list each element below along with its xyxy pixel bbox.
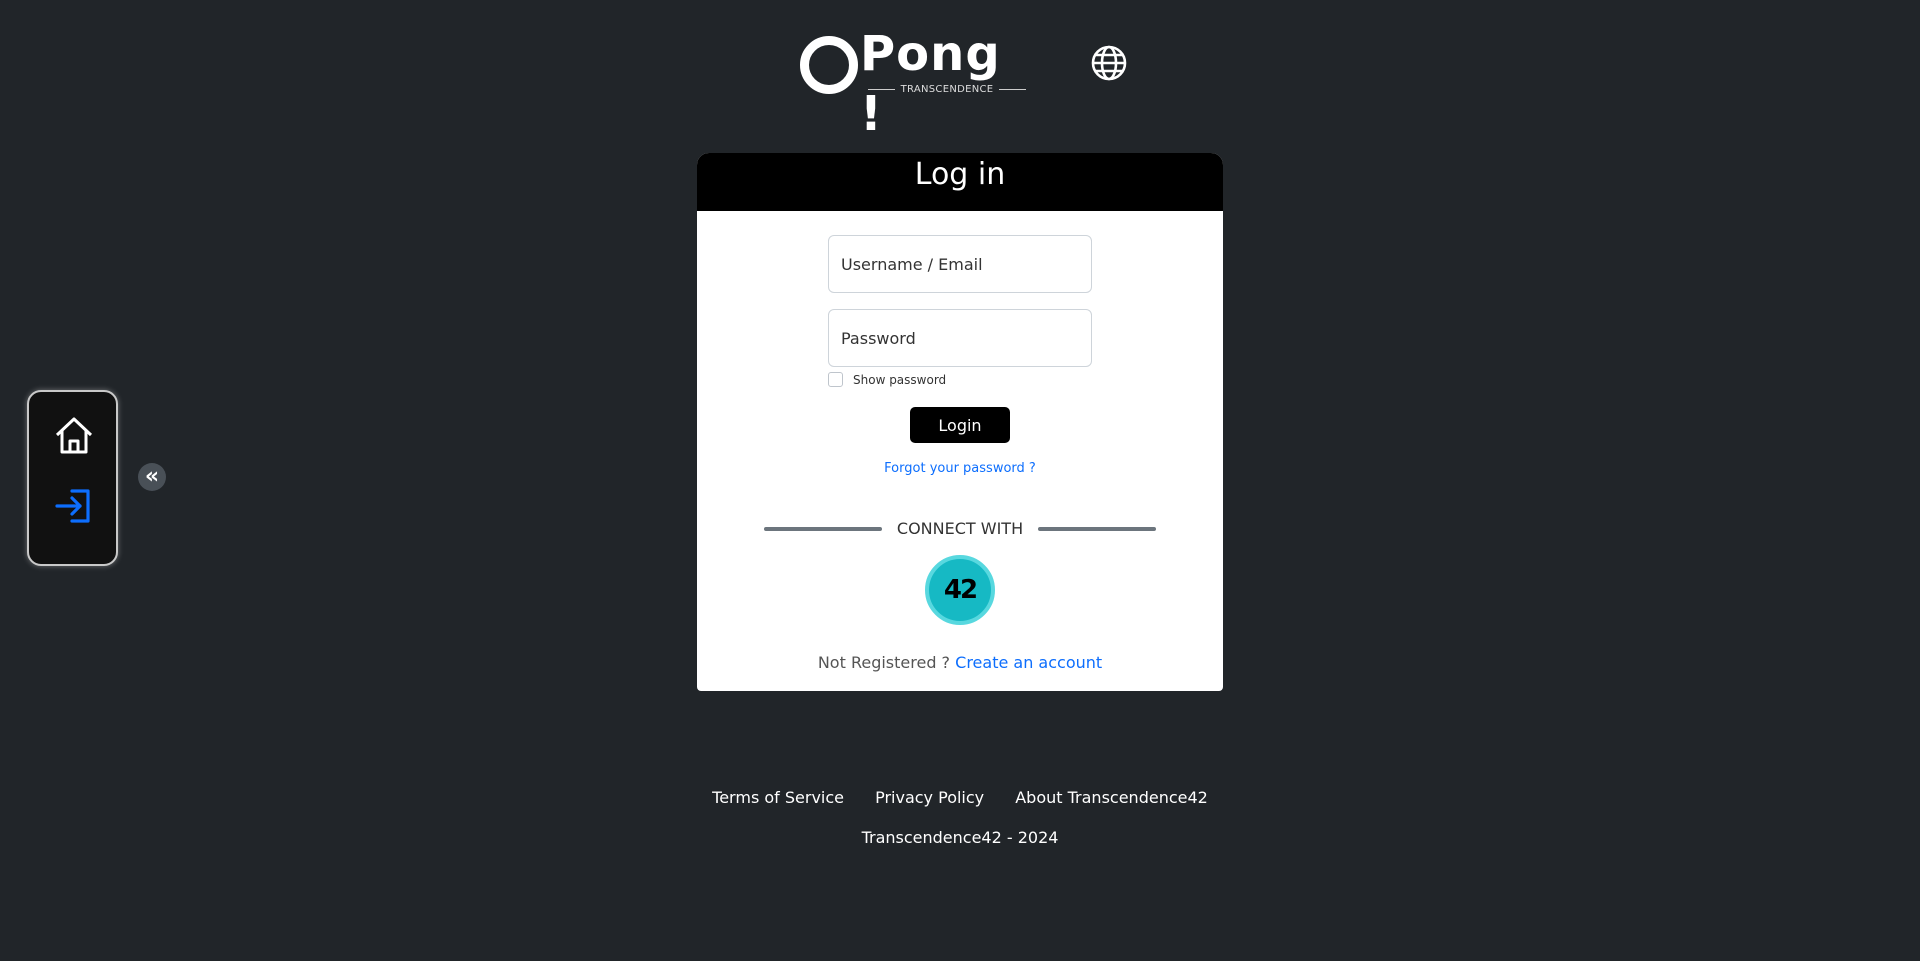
show-password-label: Show password [853, 372, 947, 387]
not-registered-text: Not Registered ? [817, 653, 951, 672]
divider-bar-right [1038, 526, 1156, 531]
logo-subtitle-line-right [999, 89, 1026, 90]
collapse-sidebar-button[interactable]: « [138, 463, 166, 491]
logo-subtitle-line-left [868, 89, 895, 90]
login-42-button[interactable]: 42 [925, 555, 995, 625]
pong-logo[interactable]: Pong ! TRANSCENDENCE [798, 26, 1036, 142]
create-account-link[interactable]: Create an account [955, 653, 1102, 672]
42-logo-icon: 42 [943, 575, 978, 605]
connect-with-divider: CONNECT WITH [764, 519, 1156, 538]
copyright: Transcendence42 - 2024 [861, 828, 1059, 847]
register-row: Not Registered ? Create an account [697, 653, 1223, 672]
username-input[interactable] [828, 235, 1092, 293]
home-icon[interactable] [52, 414, 96, 458]
connect-with-label: CONNECT WITH [896, 519, 1024, 538]
login-icon[interactable] [52, 484, 96, 528]
login-title: Log in [697, 153, 1223, 211]
privacy-policy-link[interactable]: Privacy Policy [875, 788, 984, 807]
globe-icon[interactable] [1090, 44, 1128, 82]
show-password-checkbox[interactable] [828, 372, 843, 387]
show-password-row[interactable]: Show password [828, 372, 946, 387]
login-button[interactable]: Login [910, 407, 1010, 443]
logo-subtitle-text: TRANSCENDENCE [900, 84, 994, 95]
terms-of-service-link[interactable]: Terms of Service [712, 788, 844, 807]
logo-subtitle: TRANSCENDENCE [868, 84, 1026, 95]
footer-links: Terms of Service Privacy Policy About Tr… [0, 788, 1920, 807]
logo-ring-icon [800, 36, 858, 94]
header: Pong ! TRANSCENDENCE [0, 0, 1920, 142]
login-card: Log in Show password Login Forgot your p… [697, 153, 1223, 691]
side-navigation [27, 390, 118, 566]
forgot-password-link[interactable]: Forgot your password ? [697, 461, 1223, 476]
divider-bar-left [764, 526, 882, 531]
password-input[interactable] [828, 309, 1092, 367]
about-link[interactable]: About Transcendence42 [1015, 788, 1208, 807]
